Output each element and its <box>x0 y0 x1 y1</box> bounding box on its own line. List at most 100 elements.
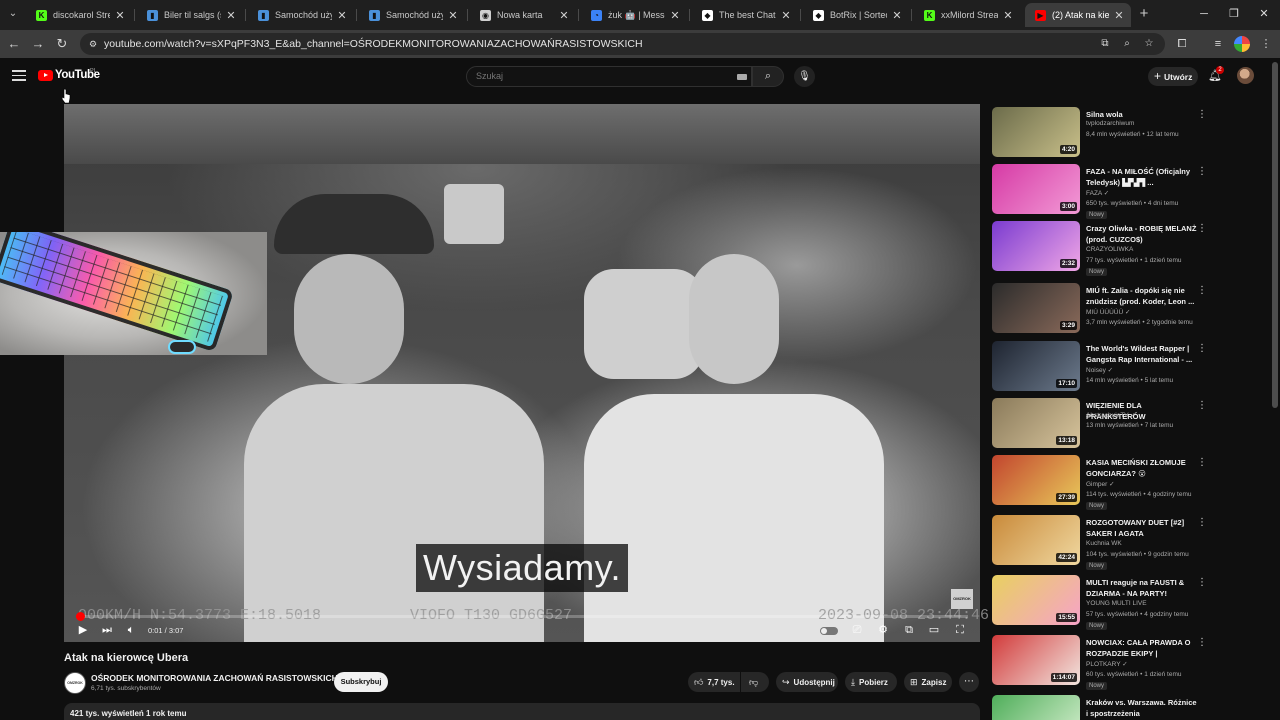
recommendation-title[interactable]: Kraków vs. Warszawa. Różnice i spostrzeż… <box>1086 697 1198 719</box>
browser-tab[interactable]: KxxMilord Strea ✕ <box>914 3 1020 27</box>
recommendation-channel[interactable]: tvplodzarchiwum <box>1086 120 1134 127</box>
recommendation-menu-icon[interactable]: ⋮ <box>1197 457 1207 468</box>
recommendation-card[interactable]: 27:39 KASIA MECIŃSKI ZŁOMUJE GONCIARZA? 😮… <box>992 455 1218 510</box>
browser-tab[interactable]: ▮ Biler til salgs (side ✕ <box>137 3 243 27</box>
autoplay-toggle[interactable] <box>820 627 838 635</box>
settings-gear-icon[interactable]: ⚙ <box>876 623 890 637</box>
tab-close-icon[interactable]: ✕ <box>669 9 681 22</box>
tab-close-icon[interactable]: ✕ <box>447 9 459 22</box>
recommendation-channel[interactable]: Gimper ✓ <box>1086 480 1115 488</box>
recommendation-thumbnail[interactable]: 3:00 <box>992 164 1080 214</box>
volume-icon[interactable]: 🔈︎ <box>124 623 138 637</box>
tab-close-icon[interactable]: ✕ <box>225 9 237 22</box>
tab-close-icon[interactable]: ✕ <box>558 9 570 22</box>
recommendation-menu-icon[interactable]: ⋮ <box>1197 400 1207 411</box>
more-actions-icon[interactable]: ⋯ <box>959 672 979 692</box>
recommendation-card[interactable]: 2:32 Crazy Oliwka - ROBIĘ MELANŻ (prod. C… <box>992 221 1218 276</box>
browser-tab[interactable]: ◔ żuk 🤖 | Messeng ✕ <box>581 3 687 27</box>
address-bar[interactable]: ⚙ youtube.com/watch?v=sXPqPF3N3_E&ab_cha… <box>80 33 1165 55</box>
minimize-icon[interactable]: ─ <box>1194 5 1214 23</box>
tab-close-icon[interactable]: ✕ <box>114 9 126 22</box>
browser-menu-icon[interactable]: ⋮ <box>1258 36 1274 52</box>
recommendation-card[interactable]: 3:00 FAZA - NA MIŁOŚĆ (Oficjalny Teledysk… <box>992 164 1218 219</box>
channel-avatar[interactable]: OMZROK <box>64 672 86 694</box>
recommendation-thumbnail[interactable]: 4:20 <box>992 107 1080 157</box>
recommendation-title[interactable]: KASIA MECIŃSKI ZŁOMUJE GONCIARZA? 😮 <box>1086 457 1198 479</box>
recommendation-title[interactable]: Crazy Oliwka - ROBIĘ MELANŻ (prod. CUZCO… <box>1086 223 1198 245</box>
browser-tab[interactable]: ▮ Samochód używa ✕ <box>248 3 354 27</box>
recommendation-thumbnail[interactable]: 1:14:07 <box>992 635 1080 685</box>
tab-close-icon[interactable]: ✕ <box>336 9 348 22</box>
recommendation-title[interactable]: MULTI reaguje na FAUSTI & DZIARMA - NA P… <box>1086 577 1198 599</box>
recommendation-thumbnail[interactable]: 27:39 <box>992 455 1080 505</box>
recommendation-thumbnail[interactable]: 3:29 <box>992 283 1080 333</box>
forward-icon[interactable]: → <box>30 36 46 52</box>
recommendation-card[interactable]: 17:10 The World's Wildest Rapper | Gangst… <box>992 341 1218 393</box>
play-icon[interactable]: ▶ <box>76 623 90 637</box>
search-input[interactable] <box>476 71 726 81</box>
url-text[interactable]: youtube.com/watch?v=sXPqPF3N3_E&ab_chann… <box>104 38 643 50</box>
search-button[interactable]: ⌕ <box>752 66 784 87</box>
recommendation-thumbnail[interactable]: 13:18 <box>992 398 1080 448</box>
recommendation-channel[interactable]: Noisey ✓ <box>1086 366 1113 374</box>
dislike-button[interactable]: 👎︎ <box>741 672 769 692</box>
share-button[interactable]: ↪ Udostępnij <box>776 672 838 692</box>
recommendation-thumbnail[interactable] <box>992 695 1080 720</box>
browser-tab[interactable]: Kdiscokarol Stream ✕ <box>26 3 132 27</box>
recommendation-card[interactable]: 13:18 WIĘZIENIE DLA PRANKSTERÓW Abstrachuj… <box>992 398 1218 450</box>
save-button[interactable]: ⊞ Zapisz <box>904 672 952 692</box>
channel-watermark[interactable]: OMZROK <box>951 589 973 609</box>
tab-close-icon[interactable]: ✕ <box>1002 9 1014 22</box>
browser-tab[interactable]: ◆ The best ChatBot ✕ <box>692 3 798 27</box>
extensions-icon[interactable]: ⧠ <box>1174 36 1190 52</box>
channel-name[interactable]: OŚRODEK MONITOROWANIA ZACHOWAŃ RASISTOWS… <box>91 673 338 683</box>
zoom-icon[interactable]: ⌕ <box>1120 37 1134 51</box>
progress-bar[interactable] <box>76 612 968 621</box>
browser-tab[interactable]: ◉ Nowa karta ✕ <box>470 3 576 27</box>
recommendation-channel[interactable]: MIÚ ÚÚÚÚÚ ✓ <box>1086 308 1130 316</box>
new-tab-icon[interactable]: + <box>1136 6 1152 22</box>
recommendation-channel[interactable]: Kuchnia WK <box>1086 540 1122 547</box>
recommendation-card[interactable]: Kraków vs. Warszawa. Różnice i spostrzeż… <box>992 695 1218 720</box>
recommendation-channel[interactable]: PLOTKARY ✓ <box>1086 660 1128 668</box>
recommendation-menu-icon[interactable]: ⋮ <box>1197 223 1207 234</box>
recommendation-title[interactable]: Silna wola <box>1086 109 1198 120</box>
tab-close-icon[interactable]: ✕ <box>891 9 903 22</box>
page-scrollbar[interactable] <box>1272 62 1278 408</box>
recommendation-title[interactable]: NOWCIAX: CAŁA PRAWDA O ROZPADZIE EKIPY |… <box>1086 637 1198 659</box>
download-button[interactable]: ⤓ Pobierz <box>845 672 897 692</box>
recommendation-channel[interactable]: CRAZYOLIWKA <box>1086 246 1133 253</box>
recommendation-thumbnail[interactable]: 15:55 <box>992 575 1080 625</box>
recommendation-channel[interactable]: FAZA ✓ <box>1086 189 1109 197</box>
recommendation-title[interactable]: FAZA - NA MIŁOŚĆ (Oficjalny Teledysk) ▙▛… <box>1086 166 1198 188</box>
recommendation-thumbnail[interactable]: 17:10 <box>992 341 1080 391</box>
recommendation-channel[interactable]: YOUNG MULTI LIVE <box>1086 600 1147 607</box>
recommendation-channel[interactable]: AbstrachujeTV ✓ <box>1086 411 1136 419</box>
recommendation-menu-icon[interactable]: ⋮ <box>1197 166 1207 177</box>
recommendation-thumbnail[interactable]: 2:32 <box>992 221 1080 271</box>
voice-search-icon[interactable]: 🎙︎ <box>794 66 815 87</box>
restore-icon[interactable]: ❐ <box>1224 5 1244 23</box>
next-icon[interactable]: ⏭ <box>100 623 114 637</box>
like-button[interactable]: 👍︎ 7,7 tys. <box>688 672 740 692</box>
browser-tab[interactable]: ◆ BotRix | Sorteos ✕ <box>803 3 909 27</box>
recommendation-thumbnail[interactable]: 42:24 <box>992 515 1080 565</box>
recommendation-menu-icon[interactable]: ⋮ <box>1197 109 1207 120</box>
create-button[interactable]: + Utwórz <box>1148 67 1198 86</box>
recommendation-menu-icon[interactable]: ⋮ <box>1197 343 1207 354</box>
description-box[interactable] <box>64 703 980 720</box>
fullscreen-icon[interactable]: ⛶ <box>953 623 967 637</box>
recommendation-card[interactable]: 15:55 MULTI reaguje na FAUSTI & DZIARMA -… <box>992 575 1218 630</box>
guide-menu-icon[interactable] <box>12 70 26 82</box>
recommendation-menu-icon[interactable]: ⋮ <box>1197 637 1207 648</box>
media-control-icon[interactable]: ≡ <box>1210 36 1226 52</box>
back-icon[interactable]: ← <box>6 36 22 52</box>
recommendation-title[interactable]: MIÚ ft. Zalia - dopóki się nie znüdzisz … <box>1086 285 1198 307</box>
recommendation-title[interactable]: ROZGOTOWANY DUET [#2] SAKER I AGATA <box>1086 517 1198 539</box>
bookmark-star-icon[interactable]: ☆ <box>1142 37 1156 51</box>
close-window-icon[interactable]: ✕ <box>1254 5 1274 23</box>
recommendation-card[interactable]: 4:20 Silna wola tvplodzarchiwum 8,4 mln wyś… <box>992 107 1218 159</box>
tab-close-icon[interactable]: ✕ <box>1113 9 1125 22</box>
subtitles-icon[interactable]: ⎚ <box>850 623 864 637</box>
recommendation-card[interactable]: 42:24 ROZGOTOWANY DUET [#2] SAKER I AGATA… <box>992 515 1218 570</box>
